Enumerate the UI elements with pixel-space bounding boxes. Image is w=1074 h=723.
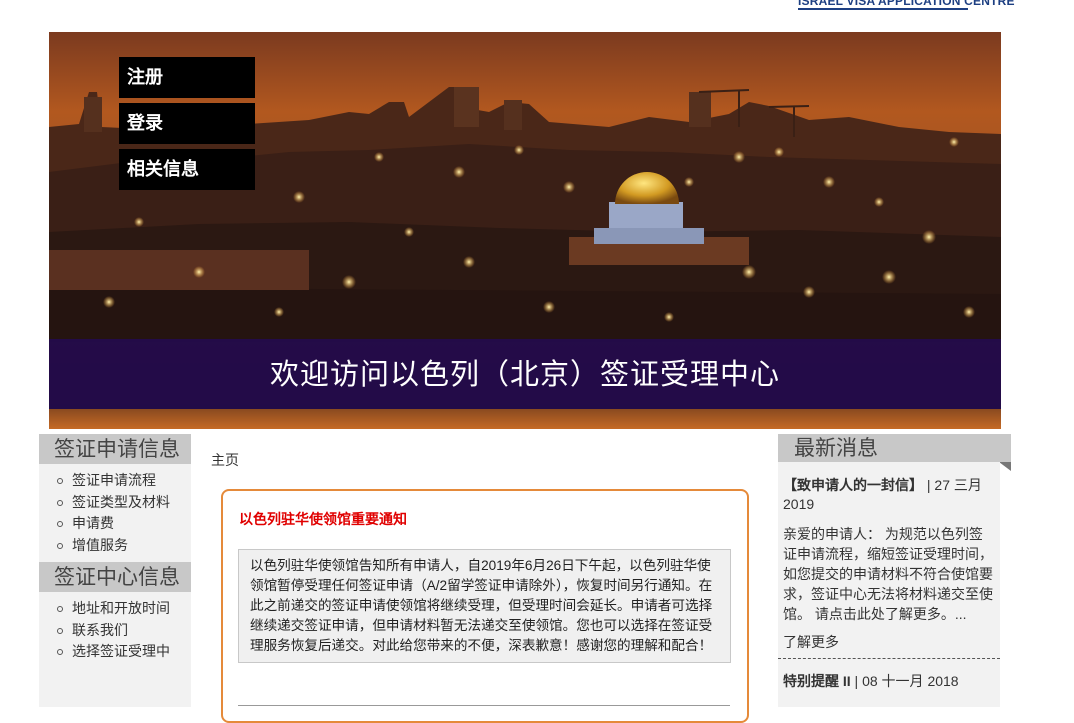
news-panel: 【致申请人的一封信】 | 27 三月 2019 亲爱的申请人： 为规范以色列签证… xyxy=(778,462,1000,707)
news-heading: 最新消息 xyxy=(778,434,1011,462)
site-logo[interactable]: ISRAEL VISA APPLICATION CENTRE xyxy=(798,0,1015,8)
hero-caption: 欢迎访问以色列（北京）签证受理中心 xyxy=(49,339,1001,409)
hero-banner: 注册 登录 相关信息 欢迎访问以色列（北京）签证受理中心 xyxy=(49,32,1001,429)
news-item: 【致申请人的一封信】 | 27 三月 2019 亲爱的申请人： 为规范以色列签证… xyxy=(778,462,1000,652)
hero-menu: 注册 登录 相关信息 xyxy=(119,57,255,195)
menu-register[interactable]: 注册 xyxy=(119,57,255,98)
hero-bottom-strip xyxy=(49,409,1001,429)
news-heading-fold xyxy=(999,462,1011,471)
sidebar-list-center-info: 地址和开放时间 联系我们 选择签证受理中 xyxy=(39,592,191,669)
notice-body: 以色列驻华使领馆告知所有申请人，自2019年6月26日下午起，以色列驻华使领馆暂… xyxy=(238,549,731,663)
sidebar-item-choose-center[interactable]: 选择签证受理中 xyxy=(57,641,191,663)
sidebar-list-visa-info: 签证申请流程 签证类型及材料 申请费 增值服务 xyxy=(39,464,191,562)
news-item: 特别提醒 II | 08 十一月 2018 xyxy=(778,659,1000,691)
read-more-link[interactable]: 了解更多 xyxy=(783,632,994,652)
sidebar-heading-center-info: 签证中心信息 xyxy=(39,562,191,592)
sidebar-item-contact[interactable]: 联系我们 xyxy=(57,620,191,642)
news-item-date: | 08 十一月 2018 xyxy=(850,673,959,689)
sidebar-item-address[interactable]: 地址和开放时间 xyxy=(57,598,191,620)
menu-related-info[interactable]: 相关信息 xyxy=(119,149,255,190)
sidebar-heading-visa-info: 签证申请信息 xyxy=(39,434,191,464)
notice-title: 以色列驻华使领馆重要通知 xyxy=(239,511,407,527)
breadcrumb-home[interactable]: 主页 xyxy=(211,450,239,470)
menu-login[interactable]: 登录 xyxy=(119,103,255,144)
logo-underline xyxy=(798,8,968,10)
notice-divider xyxy=(238,705,730,706)
sidebar-item-services[interactable]: 增值服务 xyxy=(57,535,191,557)
news-item-header: 【致申请人的一封信】 | 27 三月 2019 xyxy=(783,476,994,514)
news-item-title[interactable]: 【致申请人的一封信】 xyxy=(783,477,923,493)
sidebar-item-types[interactable]: 签证类型及材料 xyxy=(57,492,191,514)
left-sidebar: 签证申请信息 签证申请流程 签证类型及材料 申请费 增值服务 签证中心信息 地址… xyxy=(39,434,191,707)
sidebar-item-fees[interactable]: 申请费 xyxy=(57,513,191,535)
news-item-title[interactable]: 特别提醒 II xyxy=(783,673,851,689)
notice-panel: 以色列驻华使领馆重要通知 以色列驻华使领馆告知所有申请人，自2019年6月26日… xyxy=(221,489,749,723)
news-item-body: 亲爱的申请人： 为规范以色列签证申请流程，缩短签证受理时间，如您提交的申请材料不… xyxy=(783,526,993,622)
sidebar-item-process[interactable]: 签证申请流程 xyxy=(57,470,191,492)
